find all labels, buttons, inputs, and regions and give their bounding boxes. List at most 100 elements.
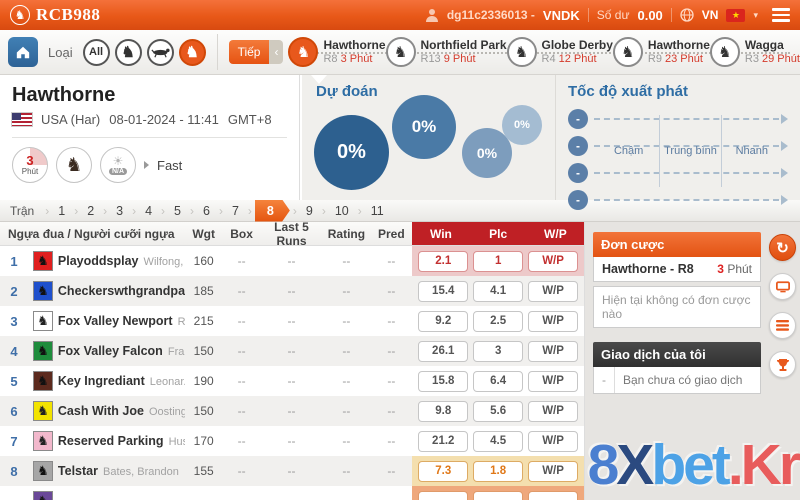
panel-notch (311, 75, 327, 84)
silk-icon: ♞ (33, 281, 53, 301)
plc-odds-button[interactable]: 1 (473, 251, 523, 272)
transactions-header: Giao dịch của tôi (593, 342, 761, 367)
race-tab[interactable]: ♞ Northfield Park R13 9 Phút (386, 37, 507, 67)
win-odds-button[interactable]: 9.2 (418, 311, 468, 332)
wp-button[interactable]: W/P (528, 251, 578, 272)
plc-odds-button[interactable]: 6.4 (473, 371, 523, 392)
speed-handle[interactable]: - (568, 163, 588, 183)
plc-odds-button[interactable]: 1.8 (473, 461, 523, 482)
win-odds-button[interactable]: 9.8 (418, 401, 468, 422)
win-odds-button[interactable]: 7.3 (418, 461, 468, 482)
chevron-down-icon[interactable]: ▾ (753, 10, 758, 21)
live-stream-button[interactable] (769, 273, 796, 300)
race-country: USA (Har) (41, 112, 100, 127)
wp-button[interactable] (528, 491, 578, 500)
win-odds-button[interactable]: 15.8 (418, 371, 468, 392)
harness-icon: ♞ (613, 37, 643, 67)
filter-harness-button[interactable]: ♞ (179, 39, 206, 66)
separator-chevron: › (103, 204, 107, 218)
speed-handle[interactable]: - (568, 136, 588, 156)
race-bar-label: Trận (10, 204, 34, 218)
col-win: Win (412, 227, 469, 241)
main-content: Ngựa đua / Người cưỡi ngựa Wgt Box Last … (0, 222, 800, 500)
silk-icon: ♞ (33, 431, 53, 451)
race-type-badge: ♞ (56, 147, 92, 183)
race-number-tab-3[interactable]: 3 (116, 204, 123, 218)
win-odds-button[interactable]: 2.1 (418, 251, 468, 272)
leaderboard-button[interactable] (769, 351, 796, 378)
filter-horse-racing-button[interactable]: ♞ (115, 39, 142, 66)
divider (12, 137, 287, 138)
race-number-tab-6[interactable]: 6 (203, 204, 210, 218)
filter-all-button[interactable]: All (83, 39, 110, 66)
speed-handle[interactable]: - (568, 109, 588, 129)
wp-button[interactable]: W/P (528, 311, 578, 332)
odds-group: 9.8 5.6 W/P (412, 396, 584, 426)
vietnam-flag-icon[interactable]: ★ (726, 9, 745, 22)
pred-value: -- (370, 434, 412, 448)
plc-odds-button[interactable]: 3 (473, 341, 523, 362)
race-number-tab-4[interactable]: 4 (145, 204, 152, 218)
weight-value: 155 (185, 464, 223, 478)
race-number-tab-10[interactable]: 10 (335, 204, 349, 218)
odds-group: 21.2 4.5 W/P (412, 426, 584, 456)
race-number-tab-1[interactable]: 1 (58, 204, 65, 218)
filter-greyhound-button[interactable] (147, 39, 174, 66)
arrow-right-icon (781, 114, 788, 124)
bet-time-number: 3 (717, 262, 724, 276)
win-odds-button[interactable] (418, 491, 468, 500)
results-list-button[interactable] (769, 312, 796, 339)
menu-icon[interactable] (772, 5, 790, 25)
race-tab[interactable]: ♞ Wagga R3 29 Phút (710, 37, 800, 67)
jockey-name: Oosting... (146, 406, 185, 418)
plc-odds-button[interactable]: 4.5 (473, 431, 523, 452)
usa-flag-icon (12, 113, 32, 126)
plc-odds-button[interactable] (473, 491, 523, 500)
race-number-tab-11[interactable]: 11 (371, 204, 384, 218)
race-tab-name: Globe Derby (542, 39, 613, 53)
weight-value: 150 (185, 404, 223, 418)
chevron-left-icon[interactable]: ‹ (269, 40, 283, 64)
weight-value: 160 (185, 254, 223, 268)
plc-odds-button[interactable]: 2.5 (473, 311, 523, 332)
win-odds-button[interactable]: 21.2 (418, 431, 468, 452)
race-tab[interactable]: ♞ Hawthorne R9 23 Phút (613, 37, 710, 67)
plc-odds-button[interactable]: 5.6 (473, 401, 523, 422)
speed-handle[interactable]: - (568, 190, 588, 210)
horse-name: Reserved Parking (58, 434, 164, 448)
race-number-tab-2[interactable]: 2 (87, 204, 94, 218)
race-tab-time: 29 Phút (762, 53, 800, 65)
race-tab[interactable]: ♞ Hawthorne R8 3 Phút (288, 37, 385, 67)
col-box: Box (223, 227, 261, 241)
race-number-tab-8[interactable]: 8 (255, 200, 290, 222)
win-odds-button[interactable]: 15.4 (418, 281, 468, 302)
refresh-button[interactable]: ↻ (769, 234, 796, 261)
separator-chevron: › (248, 204, 252, 218)
currency-code: VNDK (543, 8, 580, 23)
plc-odds-button[interactable]: 4.1 (473, 281, 523, 302)
wp-button[interactable]: W/P (528, 371, 578, 392)
race-datetime: 08-01-2024 - 11:41 (109, 112, 219, 127)
next-races-button[interactable]: Tiếp (229, 40, 270, 64)
jockey-name: Hus... (166, 436, 185, 448)
rating-value: -- (322, 404, 370, 418)
race-timezone: GMT+8 (228, 112, 272, 127)
jockey-name: Fra... (165, 346, 185, 358)
brand-logo[interactable]: ♞ RCB988 (10, 5, 100, 25)
race-number-tab-9[interactable]: 9 (306, 204, 313, 218)
home-button[interactable] (8, 37, 38, 67)
wp-button[interactable]: W/P (528, 401, 578, 422)
prediction-panel: Dự đoán 0%0%0%0% (300, 75, 555, 200)
win-odds-button[interactable]: 26.1 (418, 341, 468, 362)
speed-row: - (568, 186, 788, 213)
wp-button[interactable]: W/P (528, 461, 578, 482)
wp-button[interactable]: W/P (528, 341, 578, 362)
wp-button[interactable]: W/P (528, 281, 578, 302)
table-row: 1 ♞ Playoddsplay Wilfong, ... 160 -- -- … (0, 246, 584, 276)
race-number-tab-7[interactable]: 7 (232, 204, 239, 218)
race-number-tab-5[interactable]: 5 (174, 204, 181, 218)
rating-value: -- (322, 314, 370, 328)
wp-button[interactable]: W/P (528, 431, 578, 452)
flag-star: ★ (732, 10, 740, 21)
race-tab[interactable]: ♞ Globe Derby R4 12 Phút (507, 37, 613, 67)
